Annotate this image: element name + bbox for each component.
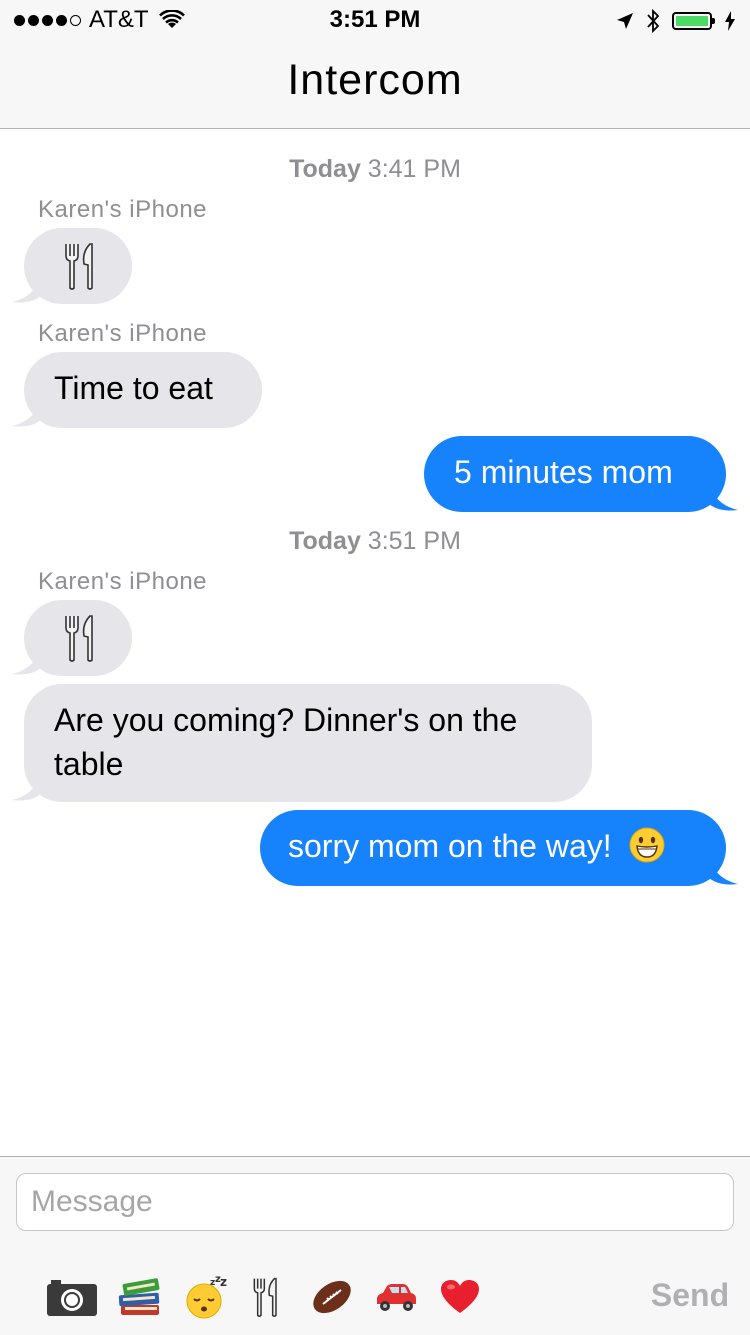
status-bar: AT&T 3:51 PM bbox=[0, 0, 750, 40]
fork-and-knife-emoji-button[interactable] bbox=[238, 1269, 294, 1325]
heart-icon bbox=[441, 1280, 479, 1313]
message-bubble-incoming[interactable]: Are you coming? Dinner's on the table bbox=[24, 684, 592, 802]
message-bubble-outgoing[interactable]: sorry mom on the way! bbox=[260, 810, 726, 886]
page-title: Intercom bbox=[287, 56, 463, 104]
battery-fill bbox=[676, 16, 708, 26]
message-text: 5 minutes mom bbox=[454, 454, 673, 490]
status-bar-right bbox=[616, 8, 736, 34]
sleeping-face-icon: z z z bbox=[186, 1275, 227, 1319]
car-emoji-button[interactable] bbox=[368, 1269, 424, 1325]
message-bubble-incoming[interactable] bbox=[24, 228, 132, 304]
books-icon bbox=[118, 1278, 160, 1315]
football-emoji-button[interactable] bbox=[304, 1269, 360, 1325]
camera-button[interactable] bbox=[44, 1269, 100, 1325]
timestamp: Today 3:41 PM bbox=[0, 155, 750, 184]
fork-and-knife-icon bbox=[65, 243, 93, 290]
fork-and-knife-icon bbox=[253, 1277, 277, 1317]
sender-label: Karen's iPhone bbox=[38, 196, 208, 223]
location-arrow-icon bbox=[617, 13, 633, 29]
message-text: sorry mom on the way! bbox=[288, 828, 612, 864]
message-bubble-outgoing[interactable]: 5 minutes mom bbox=[424, 436, 726, 512]
fork-and-knife-icon bbox=[65, 615, 93, 662]
message-input[interactable] bbox=[16, 1173, 734, 1231]
sender-label: Karen's iPhone bbox=[38, 320, 208, 347]
timestamp-time: 3:41 PM bbox=[367, 155, 461, 183]
heart-emoji-button[interactable] bbox=[432, 1269, 488, 1325]
message-text-line: Are you coming? Dinner's on the bbox=[54, 702, 518, 738]
message-text-line: table bbox=[54, 746, 124, 782]
timestamp-time: 3:51 PM bbox=[367, 527, 461, 555]
battery-icon bbox=[672, 12, 715, 30]
timestamp-day: Today bbox=[289, 527, 361, 555]
navigation-bar: Intercom bbox=[0, 40, 750, 129]
message-text: Time to eat bbox=[54, 370, 213, 406]
message-bubble-incoming[interactable] bbox=[24, 600, 132, 676]
composer: z z z bbox=[0, 1156, 750, 1335]
camera-icon bbox=[47, 1280, 97, 1316]
grinning-face-icon bbox=[629, 827, 665, 863]
bluetooth-icon bbox=[647, 9, 660, 33]
books-emoji-button[interactable] bbox=[112, 1269, 168, 1325]
sender-label: Karen's iPhone bbox=[38, 568, 208, 595]
svg-text:z: z bbox=[220, 1275, 227, 1289]
timestamp: Today 3:51 PM bbox=[0, 527, 750, 556]
car-icon bbox=[377, 1284, 416, 1311]
send-button[interactable]: Send bbox=[640, 1273, 740, 1317]
charging-bolt-icon bbox=[725, 11, 735, 31]
football-icon bbox=[313, 1280, 351, 1314]
timestamp-day: Today bbox=[289, 155, 361, 183]
sleeping-emoji-button[interactable]: z z z bbox=[178, 1269, 234, 1325]
message-bubble-incoming[interactable]: Time to eat bbox=[24, 352, 262, 428]
